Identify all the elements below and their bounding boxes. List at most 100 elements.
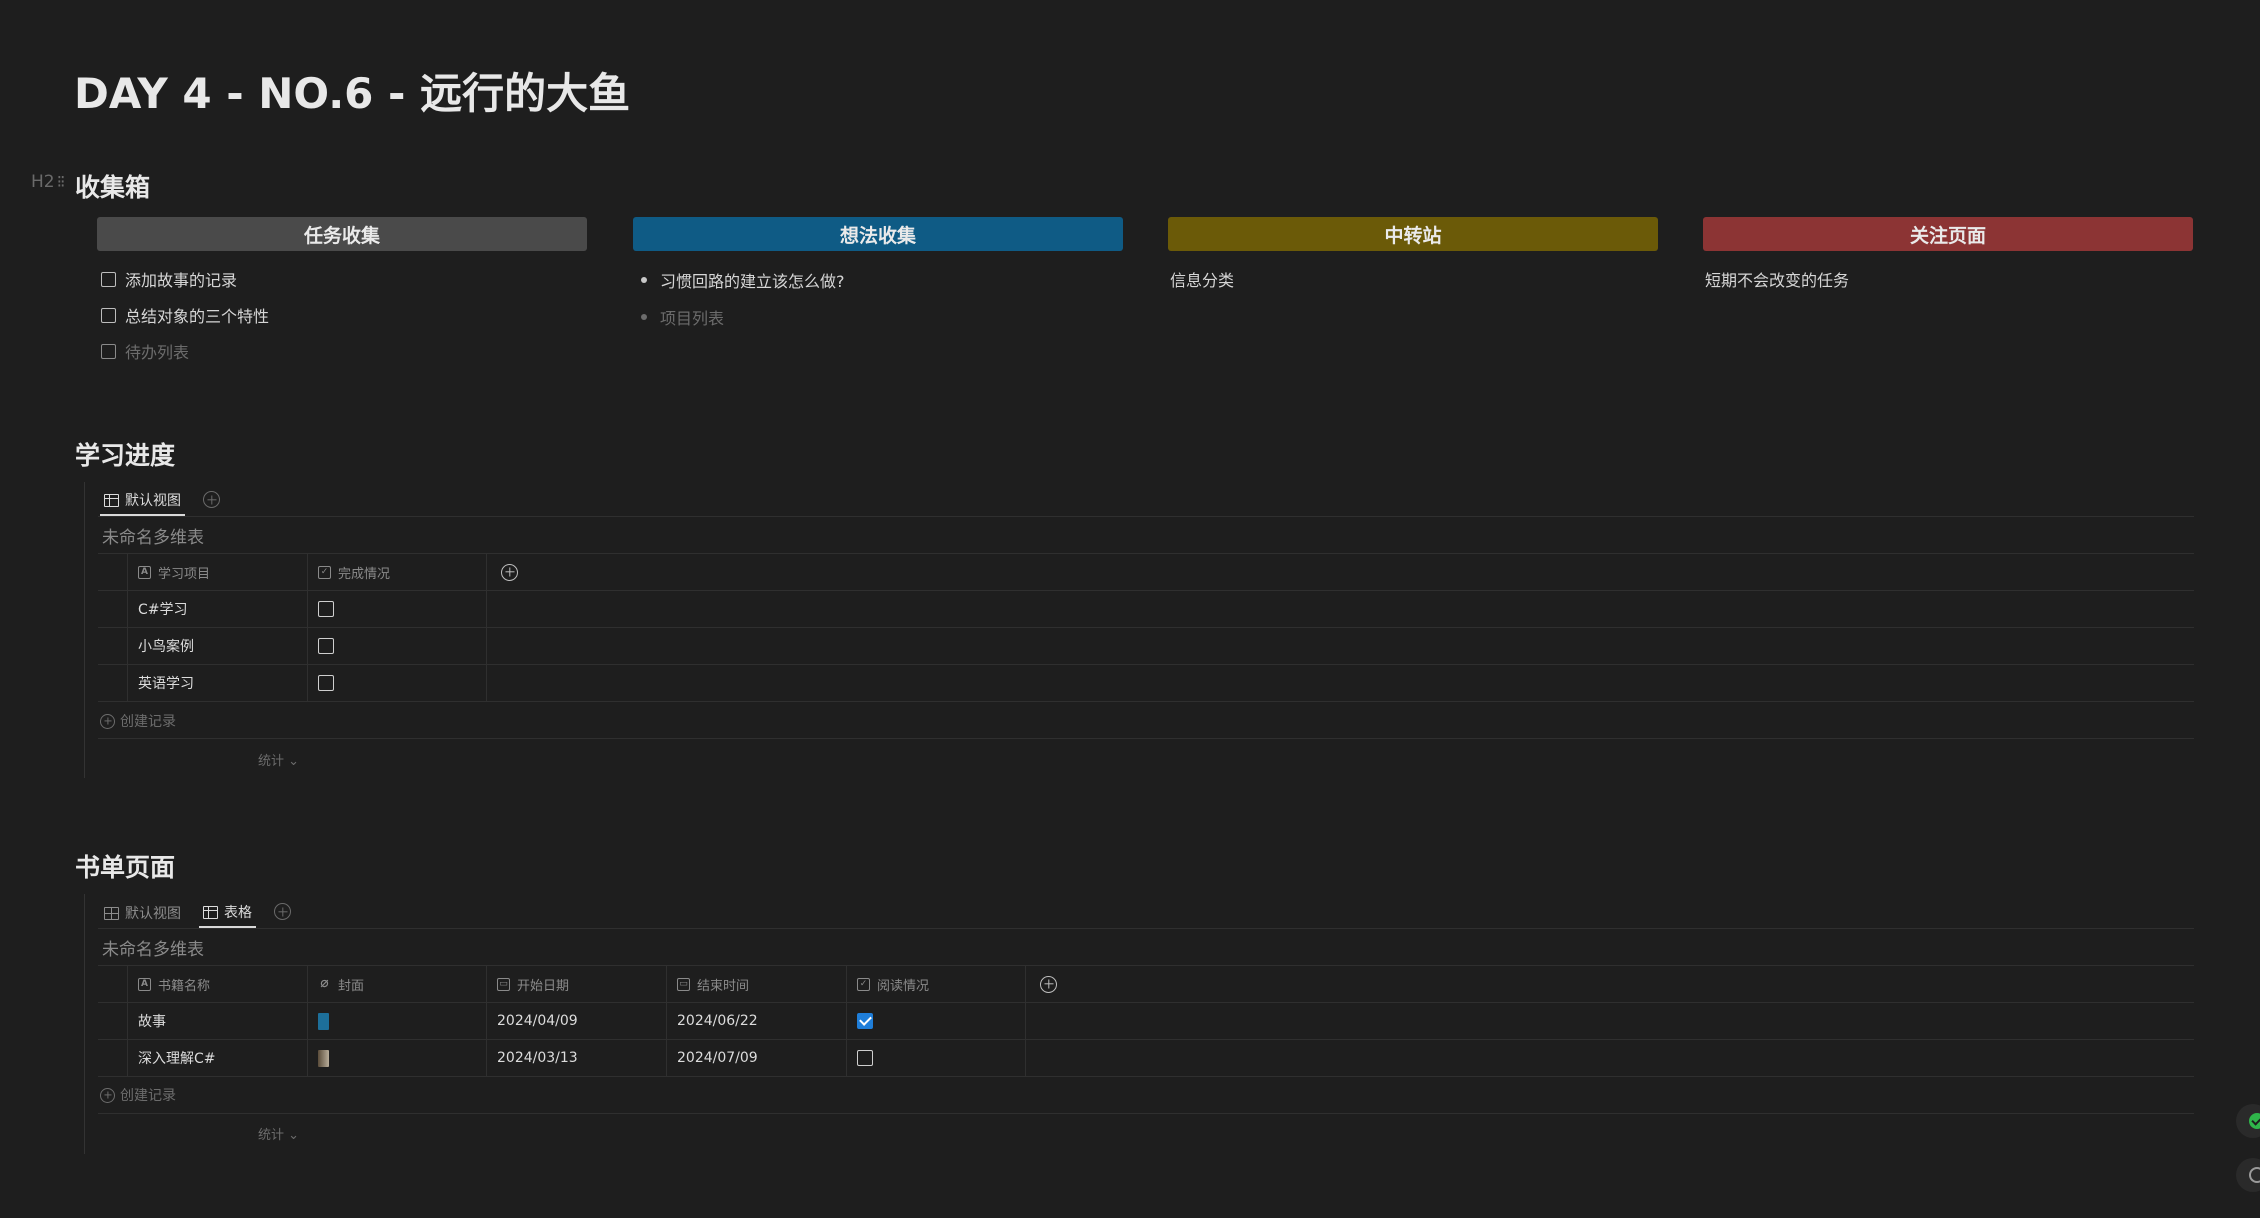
inbox-column-ideas: 想法收集 习惯回路的建立该怎么做? 项目列表 bbox=[633, 217, 1123, 335]
study-table: A 学习项目 ✓ 完成情况 C#学习 小鸟案例 英语学习 bbox=[98, 554, 2194, 702]
todo-checkbox[interactable] bbox=[101, 343, 116, 359]
tab-default-view[interactable]: 默认视图 bbox=[100, 486, 185, 516]
cell-read-status[interactable] bbox=[847, 1003, 1026, 1039]
read-checkbox[interactable] bbox=[857, 1050, 873, 1066]
completion-checkbox[interactable] bbox=[318, 675, 334, 691]
inbox-heading: 收集箱 bbox=[75, 173, 151, 202]
bullet-text[interactable]: 习惯回路的建立该怎么做? bbox=[660, 268, 845, 292]
todo-checkbox[interactable] bbox=[101, 271, 116, 287]
column-header-completion[interactable]: ✓ 完成情况 bbox=[308, 554, 487, 590]
completion-checkbox[interactable] bbox=[318, 601, 334, 617]
todo-checkbox[interactable] bbox=[101, 307, 116, 323]
divider bbox=[98, 516, 2194, 517]
column-header: 关注页面 bbox=[1703, 217, 2193, 251]
column-header-label: 想法收集 bbox=[839, 224, 916, 247]
todo-placeholder[interactable]: 待办列表 bbox=[97, 333, 587, 369]
add-column-icon[interactable] bbox=[1040, 975, 1057, 993]
heading-level-label: H2 bbox=[31, 172, 55, 192]
cell-end-time[interactable]: 2024/07/09 bbox=[667, 1040, 847, 1076]
cell-cover[interactable] bbox=[308, 1003, 487, 1039]
create-record-label: 创建记录 bbox=[120, 1088, 176, 1104]
page: DAY 4 - NO.6 - 远行的大鱼 H2 ⁝⁝ 收集箱 任务收集 添加故事的… bbox=[0, 0, 2260, 1218]
todo-item[interactable]: 总结对象的三个特性 bbox=[97, 297, 587, 333]
table-row[interactable]: C#学习 bbox=[98, 591, 2194, 628]
column-header: 任务收集 bbox=[97, 217, 587, 251]
todo-placeholder-text[interactable]: 待办列表 bbox=[125, 339, 189, 363]
completion-checkbox[interactable] bbox=[318, 638, 334, 654]
refresh-button[interactable] bbox=[2236, 1158, 2260, 1192]
read-checkbox[interactable] bbox=[857, 1013, 873, 1029]
stats-dropdown[interactable]: 统计 ⌄ bbox=[258, 750, 299, 769]
create-record-button[interactable]: 创建记录 bbox=[100, 1085, 176, 1105]
column-header-label: 完成情况 bbox=[338, 566, 391, 582]
cell-completion[interactable] bbox=[308, 665, 487, 701]
add-view-icon[interactable] bbox=[274, 903, 291, 920]
column-header-cover[interactable]: ⌀ 封面 bbox=[308, 966, 487, 1002]
cell-cover[interactable] bbox=[308, 1040, 487, 1076]
column-header-start-date[interactable]: ▭ 开始日期 bbox=[487, 966, 667, 1002]
cell-book-name[interactable]: 故事 bbox=[128, 1003, 308, 1039]
cell-read-status[interactable] bbox=[847, 1040, 1026, 1076]
column-header-end-time[interactable]: ▭ 结束时间 bbox=[667, 966, 847, 1002]
todo-text[interactable]: 添加故事的记录 bbox=[125, 267, 237, 291]
bullet-placeholder-text[interactable]: 项目列表 bbox=[660, 305, 724, 329]
table-row[interactable]: 深入理解C# 2024/03/13 2024/07/09 bbox=[98, 1040, 2194, 1077]
database-name[interactable]: 未命名多维表 bbox=[102, 523, 204, 548]
books-heading: 书单页面 bbox=[75, 853, 176, 882]
column-header-read-status[interactable]: ✓ 阅读情况 bbox=[847, 966, 1026, 1002]
empty-cell bbox=[1026, 1003, 2194, 1039]
heading-level-marker[interactable]: H2 ⁝⁝ bbox=[31, 172, 66, 192]
create-record-button[interactable]: 创建记录 bbox=[100, 711, 176, 731]
row-handle[interactable] bbox=[98, 1003, 128, 1039]
cell-start-date[interactable]: 2024/04/09 bbox=[487, 1003, 667, 1039]
create-record-label: 创建记录 bbox=[120, 714, 176, 730]
tab-table-view[interactable]: 表格 bbox=[199, 898, 256, 928]
column-header-study-item[interactable]: A 学习项目 bbox=[128, 554, 308, 590]
text-block[interactable]: 信息分类 bbox=[1168, 261, 1658, 297]
row-handle[interactable] bbox=[98, 665, 128, 701]
cell-study-item[interactable]: C#学习 bbox=[128, 591, 308, 627]
cell-book-name[interactable]: 深入理解C# bbox=[128, 1040, 308, 1076]
table-row[interactable]: 英语学习 bbox=[98, 665, 2194, 702]
plus-icon bbox=[100, 1087, 115, 1103]
cell-completion[interactable] bbox=[308, 591, 487, 627]
column-header-label: 中转站 bbox=[1384, 224, 1442, 247]
stats-dropdown[interactable]: 统计 ⌄ bbox=[258, 1124, 299, 1143]
database-name[interactable]: 未命名多维表 bbox=[102, 935, 204, 960]
date-field-icon: ▭ bbox=[677, 977, 690, 991]
table-row[interactable]: 故事 2024/04/09 2024/06/22 bbox=[98, 1003, 2194, 1040]
text-block[interactable]: 短期不会改变的任务 bbox=[1703, 261, 2193, 297]
drag-handle-icon[interactable]: ⁝⁝ bbox=[57, 172, 66, 192]
cover-thumbnail[interactable] bbox=[318, 1049, 329, 1067]
cell-start-date[interactable]: 2024/03/13 bbox=[487, 1040, 667, 1076]
todo-text[interactable]: 总结对象的三个特性 bbox=[125, 303, 269, 327]
row-handle[interactable] bbox=[98, 628, 128, 664]
text-field-icon: A bbox=[138, 977, 151, 991]
table-header-row: A 学习项目 ✓ 完成情况 bbox=[98, 554, 2194, 591]
gallery-view-icon bbox=[104, 906, 119, 920]
date-field-icon: ▭ bbox=[497, 977, 510, 991]
cell-study-item[interactable]: 小鸟案例 bbox=[128, 628, 308, 664]
row-handle[interactable] bbox=[98, 1040, 128, 1076]
add-view-icon[interactable] bbox=[203, 491, 220, 508]
add-column-icon[interactable] bbox=[501, 563, 518, 581]
sync-status-button[interactable] bbox=[2236, 1104, 2260, 1138]
checkbox-field-icon: ✓ bbox=[318, 565, 331, 579]
bullet-placeholder[interactable]: 项目列表 bbox=[633, 298, 1123, 335]
todo-item[interactable]: 添加故事的记录 bbox=[97, 261, 587, 297]
column-header-book-name[interactable]: A 书籍名称 bbox=[128, 966, 308, 1002]
bullet-item[interactable]: 习惯回路的建立该怎么做? bbox=[633, 261, 1123, 298]
row-handle[interactable] bbox=[98, 591, 128, 627]
block-guide-line bbox=[84, 894, 85, 1154]
cell-completion[interactable] bbox=[308, 628, 487, 664]
tab-default-view[interactable]: 默认视图 bbox=[100, 898, 185, 928]
column-header-label: 开始日期 bbox=[517, 978, 570, 994]
cover-thumbnail[interactable] bbox=[318, 1012, 329, 1030]
cell-study-item[interactable]: 英语学习 bbox=[128, 665, 308, 701]
inbox-column-transit: 中转站 信息分类 bbox=[1168, 217, 1658, 297]
table-view-icon bbox=[104, 493, 119, 507]
cell-end-time[interactable]: 2024/06/22 bbox=[667, 1003, 847, 1039]
table-row[interactable]: 小鸟案例 bbox=[98, 628, 2194, 665]
column-header-label: 关注页面 bbox=[1909, 224, 1986, 247]
plus-icon bbox=[100, 713, 115, 729]
